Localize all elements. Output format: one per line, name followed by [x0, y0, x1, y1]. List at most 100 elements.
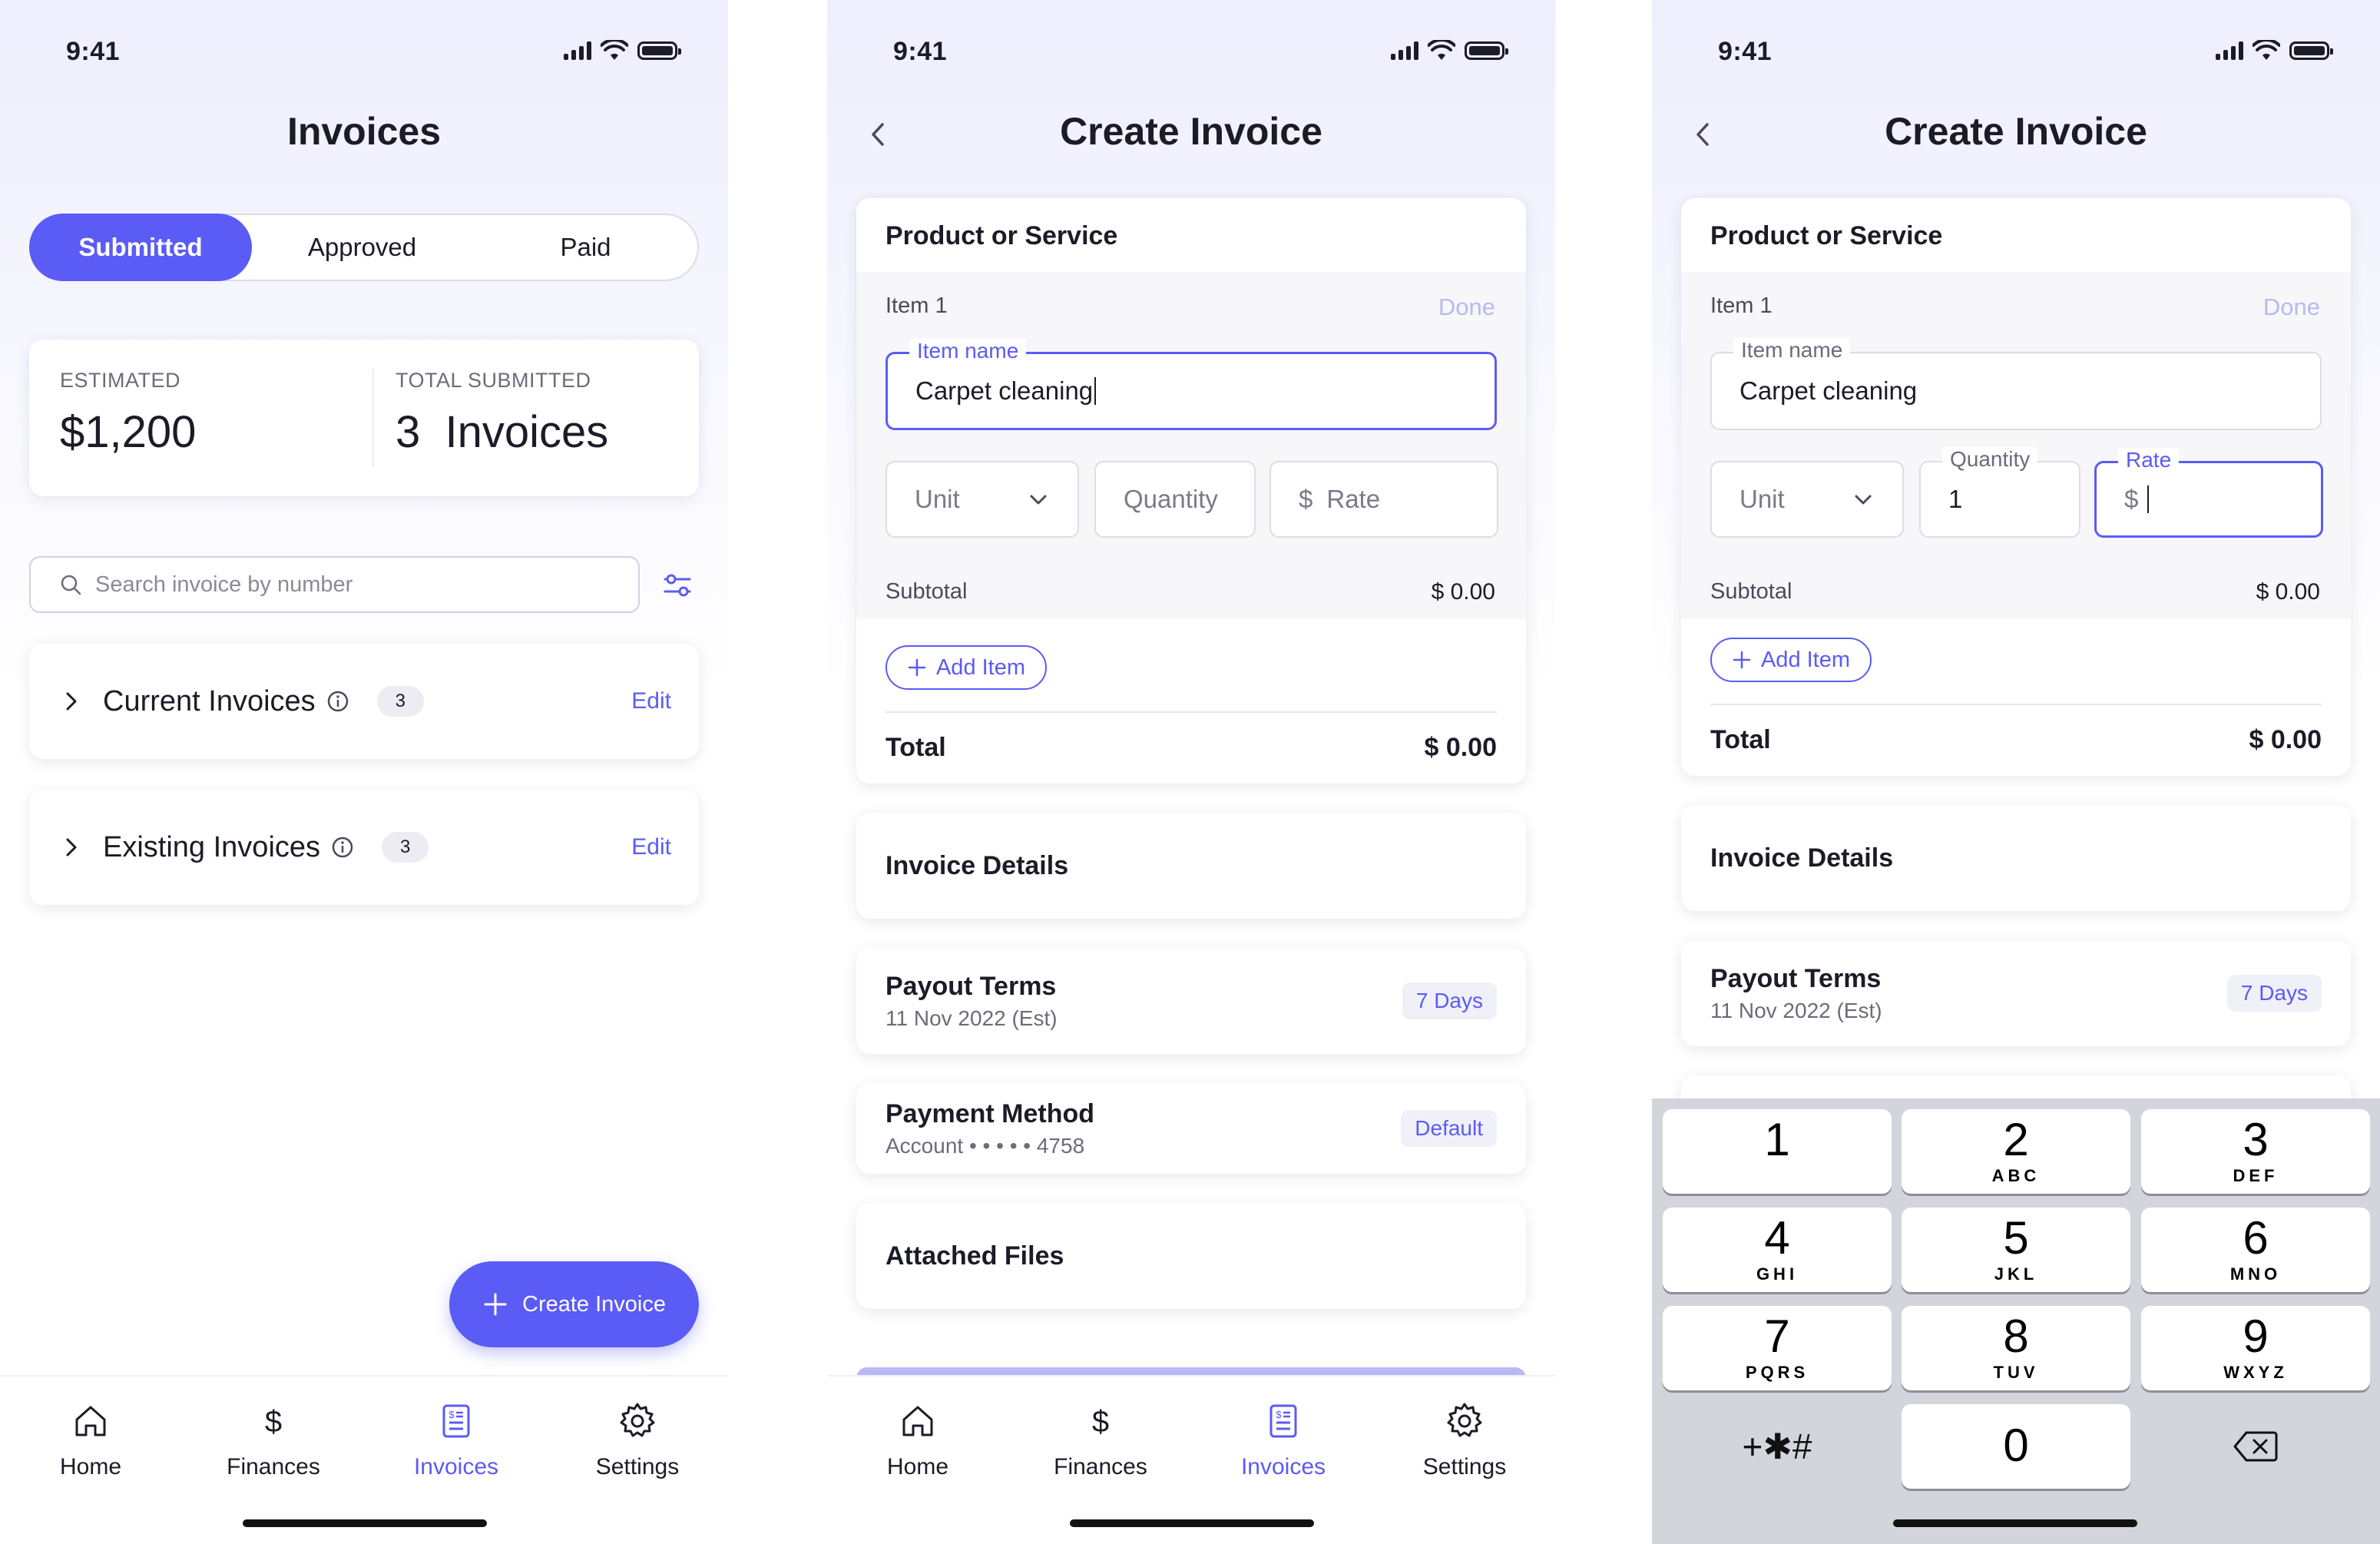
payout-terms-row[interactable]: Payout Terms 11 Nov 2022 (Est) 7 Days: [856, 948, 1526, 1054]
search-input[interactable]: Search invoice by number: [29, 556, 640, 613]
chevron-right-icon: [66, 838, 77, 856]
key-digit: 6: [2243, 1212, 2269, 1264]
total-submitted-value: 3 Invoices: [396, 407, 609, 457]
backspace-key[interactable]: [2141, 1404, 2370, 1489]
total-row: Total $ 0.00: [1710, 725, 2322, 755]
quantity-label: Quantity: [1942, 447, 2038, 472]
key-digit: 9: [2243, 1310, 2269, 1362]
key-digit: 1: [1764, 1114, 1790, 1165]
add-item-button[interactable]: Add Item: [885, 645, 1047, 690]
plus-icon: [1733, 651, 1751, 669]
tab-home[interactable]: Home: [849, 1400, 987, 1480]
key-digit: 2: [2003, 1114, 2029, 1165]
gear-icon: [620, 1403, 655, 1437]
battery-icon: [637, 41, 681, 60]
segment-submitted[interactable]: Submitted: [29, 214, 252, 281]
key-2[interactable]: 2 ABC: [1902, 1109, 2130, 1194]
info-icon[interactable]: [326, 690, 349, 713]
key-letters: DEF: [2233, 1166, 2279, 1185]
item-name-field[interactable]: Item name Carpet cleaning: [885, 339, 1497, 430]
subtotal-label: Subtotal: [1710, 579, 1792, 604]
tab-settings[interactable]: Settings: [1395, 1400, 1534, 1480]
chevron-right-icon: [66, 692, 77, 711]
key-3[interactable]: 3 DEF: [2141, 1109, 2370, 1194]
create-invoice-button[interactable]: Create Invoice: [449, 1261, 699, 1347]
segment-approved[interactable]: Approved: [250, 215, 474, 280]
product-service-header: Product or Service: [885, 221, 1118, 250]
payment-account: Account • • • • • 4758: [885, 1133, 1085, 1158]
key-4[interactable]: 4 GHI: [1663, 1208, 1892, 1292]
dollar-icon: $: [265, 1405, 282, 1439]
tab-invoices[interactable]: $ Invoices: [1214, 1400, 1352, 1480]
filter-icon[interactable]: [659, 567, 696, 604]
tab-finances[interactable]: $ Finances: [1031, 1400, 1170, 1480]
total-submitted-stat: TOTAL SUBMITTED 3 Invoices: [372, 369, 699, 467]
info-icon[interactable]: [331, 836, 354, 859]
existing-invoices-section[interactable]: Existing Invoices 3 Edit: [29, 790, 699, 905]
tab-finances[interactable]: $ Finances: [204, 1400, 343, 1480]
add-item-button[interactable]: Add Item: [1710, 638, 1872, 682]
product-service-card: Product or Service Item 1 Done Item name…: [856, 198, 1526, 784]
payout-terms-date: 11 Nov 2022 (Est): [1710, 998, 1882, 1022]
key-1[interactable]: 1: [1663, 1109, 1892, 1194]
key-digit: 5: [2003, 1212, 2029, 1264]
key-digit: 0: [2003, 1420, 2029, 1471]
invoice-details-row[interactable]: Invoice Details: [856, 813, 1526, 919]
payout-terms-row[interactable]: Payout Terms 11 Nov 2022 (Est) 7 Days: [1681, 940, 2351, 1046]
tab-home[interactable]: Home: [22, 1400, 160, 1480]
dollar-icon: $: [1092, 1405, 1109, 1439]
edit-link[interactable]: Edit: [631, 834, 671, 860]
segment-paid[interactable]: Paid: [474, 215, 697, 280]
key-5[interactable]: 5 JKL: [1902, 1208, 2130, 1292]
chevron-down-icon: [1030, 495, 1047, 505]
text-caret: [2147, 485, 2150, 513]
page-title: Create Invoice: [1060, 110, 1322, 153]
add-item-label: Add Item: [935, 654, 1026, 680]
symbols-key[interactable]: +✱#: [1663, 1404, 1892, 1489]
payout-terms-title: Payout Terms: [885, 971, 1057, 1001]
item-name-field[interactable]: Item name Carpet cleaning: [1710, 338, 2322, 430]
key-0[interactable]: 0: [1902, 1404, 2130, 1489]
invoice-details-row[interactable]: Invoice Details: [1681, 805, 2351, 911]
payout-days-badge: 7 Days: [2226, 975, 2322, 1012]
currency-symbol: $: [1299, 485, 1313, 513]
tab-label: Invoices: [413, 1454, 499, 1479]
unit-select[interactable]: Unit: [1710, 461, 1904, 538]
quantity-value: 1: [1948, 485, 1963, 513]
currency-symbol: $: [2124, 485, 2139, 513]
signal-icon: [2216, 41, 2243, 60]
create-invoice-label: Create Invoice: [522, 1291, 666, 1317]
quantity-field[interactable]: Quantity 1: [1919, 447, 2080, 538]
quantity-field[interactable]: Quantity: [1094, 461, 1256, 538]
battery-icon: [1465, 41, 1508, 60]
edit-link[interactable]: Edit: [631, 688, 671, 714]
done-button[interactable]: Done: [1438, 293, 1495, 321]
tab-invoices[interactable]: $ Invoices: [387, 1400, 525, 1480]
current-invoices-section[interactable]: Current Invoices 3 Edit: [29, 644, 699, 759]
item-editor: Item 1 Done Item name Carpet cleaning Un…: [1681, 272, 2351, 619]
total-label: Total: [1710, 725, 1771, 754]
rate-field[interactable]: Rate $: [2094, 448, 2323, 538]
backspace-icon: [2233, 1431, 2278, 1462]
done-button[interactable]: Done: [2263, 293, 2320, 321]
tab-label: Invoices: [1240, 1454, 1326, 1479]
tab-label: Finances: [1054, 1454, 1147, 1479]
unit-select[interactable]: Unit: [885, 461, 1079, 538]
key-letters: GHI: [1756, 1264, 1799, 1284]
tab-settings[interactable]: Settings: [568, 1400, 707, 1480]
key-digit: 3: [2243, 1114, 2269, 1165]
key-letters: ABC: [1991, 1166, 2041, 1185]
key-9[interactable]: 9 WXYZ: [2141, 1306, 2370, 1390]
svg-text:$: $: [1276, 1409, 1282, 1420]
subtotal-row: Subtotal $ 0.00: [885, 579, 1495, 605]
item-label: Item 1: [1710, 293, 1773, 318]
tab-label: Finances: [227, 1454, 320, 1479]
tab-label: Home: [886, 1454, 949, 1479]
attached-files-row[interactable]: Attached Files: [856, 1203, 1526, 1309]
key-7[interactable]: 7 PQRS: [1663, 1306, 1892, 1390]
rate-field[interactable]: $ Rate: [1269, 461, 1498, 538]
key-6[interactable]: 6 MNO: [2141, 1208, 2370, 1292]
key-8[interactable]: 8 TUV: [1902, 1306, 2130, 1390]
payment-method-row[interactable]: Payment Method Account • • • • • 4758 De…: [856, 1083, 1526, 1174]
payout-terms-title: Payout Terms: [1710, 963, 1882, 993]
